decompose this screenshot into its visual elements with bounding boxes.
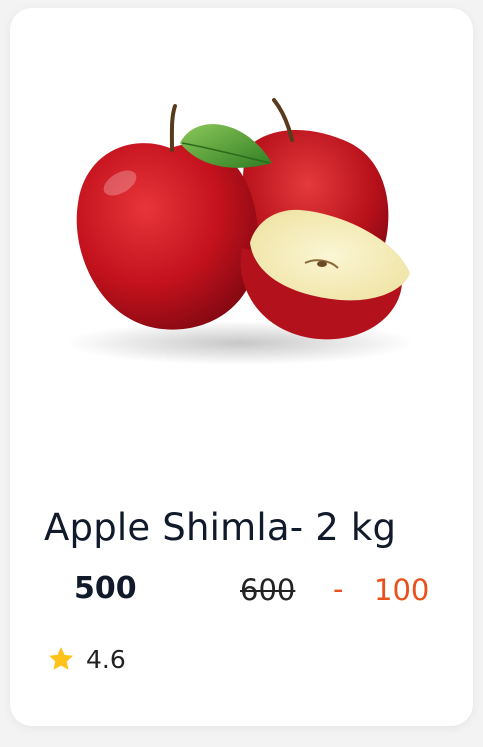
product-image[interactable] [60, 88, 420, 378]
discount-amount: 100 [374, 573, 430, 607]
star-icon [49, 647, 73, 670]
product-card[interactable]: Apple Shimla- 2 kg 500 600 - 100 4.6 [10, 8, 473, 726]
rating: 4.6 [46, 644, 126, 674]
product-price: 500 [74, 571, 137, 606]
original-price: 600 [240, 573, 296, 607]
price-separator: - [333, 572, 344, 606]
rating-value: 4.6 [86, 644, 126, 674]
product-title[interactable]: Apple Shimla- 2 kg [44, 506, 396, 549]
